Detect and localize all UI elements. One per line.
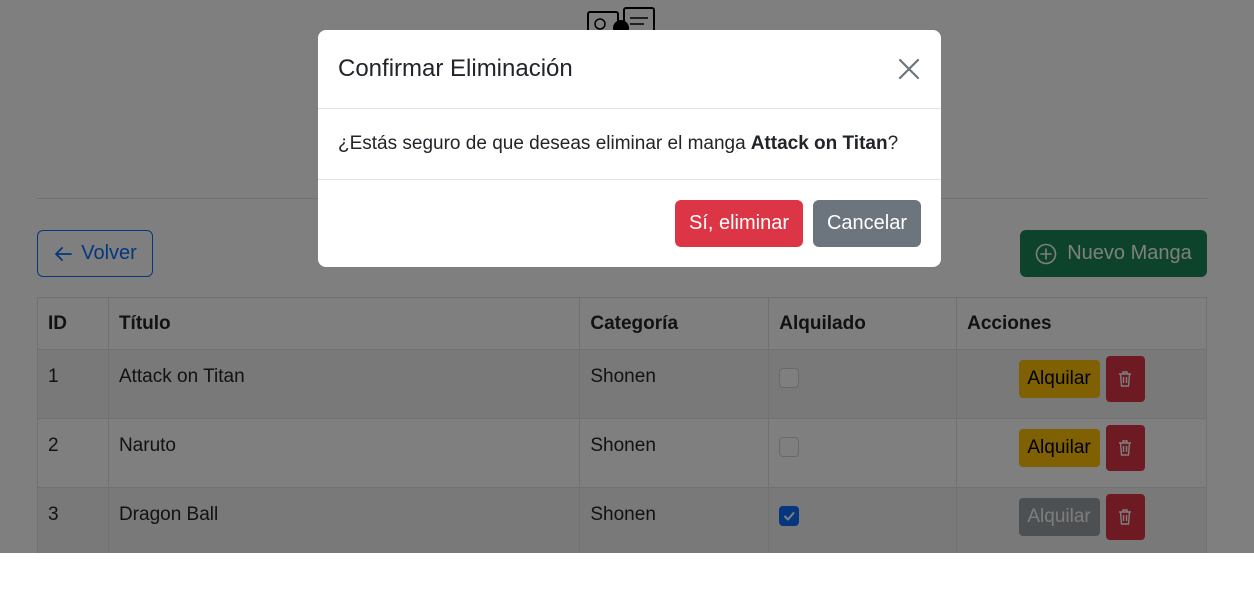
modal-body: ¿Estás seguro de que deseas eliminar el … — [318, 109, 941, 180]
modal-message-suffix: ? — [887, 133, 899, 154]
cancel-button[interactable]: Cancelar — [813, 200, 921, 247]
modal-header: Confirmar Eliminación — [318, 30, 941, 109]
modal-manga-name: Attack on Titan — [750, 133, 888, 154]
modal-message: ¿Estás seguro de que deseas eliminar el … — [338, 133, 746, 154]
page: Volver Nuevo Manga ID Título Categoría A… — [0, 0, 1254, 553]
confirm-delete-modal: Confirmar Eliminación ¿Estás seguro de q… — [318, 30, 941, 267]
modal-title: Confirmar Eliminación — [338, 55, 573, 82]
close-icon — [898, 58, 920, 80]
close-button[interactable] — [897, 57, 921, 81]
confirm-delete-button[interactable]: Sí, eliminar — [675, 200, 803, 247]
modal-footer: Sí, eliminar Cancelar — [318, 180, 941, 267]
